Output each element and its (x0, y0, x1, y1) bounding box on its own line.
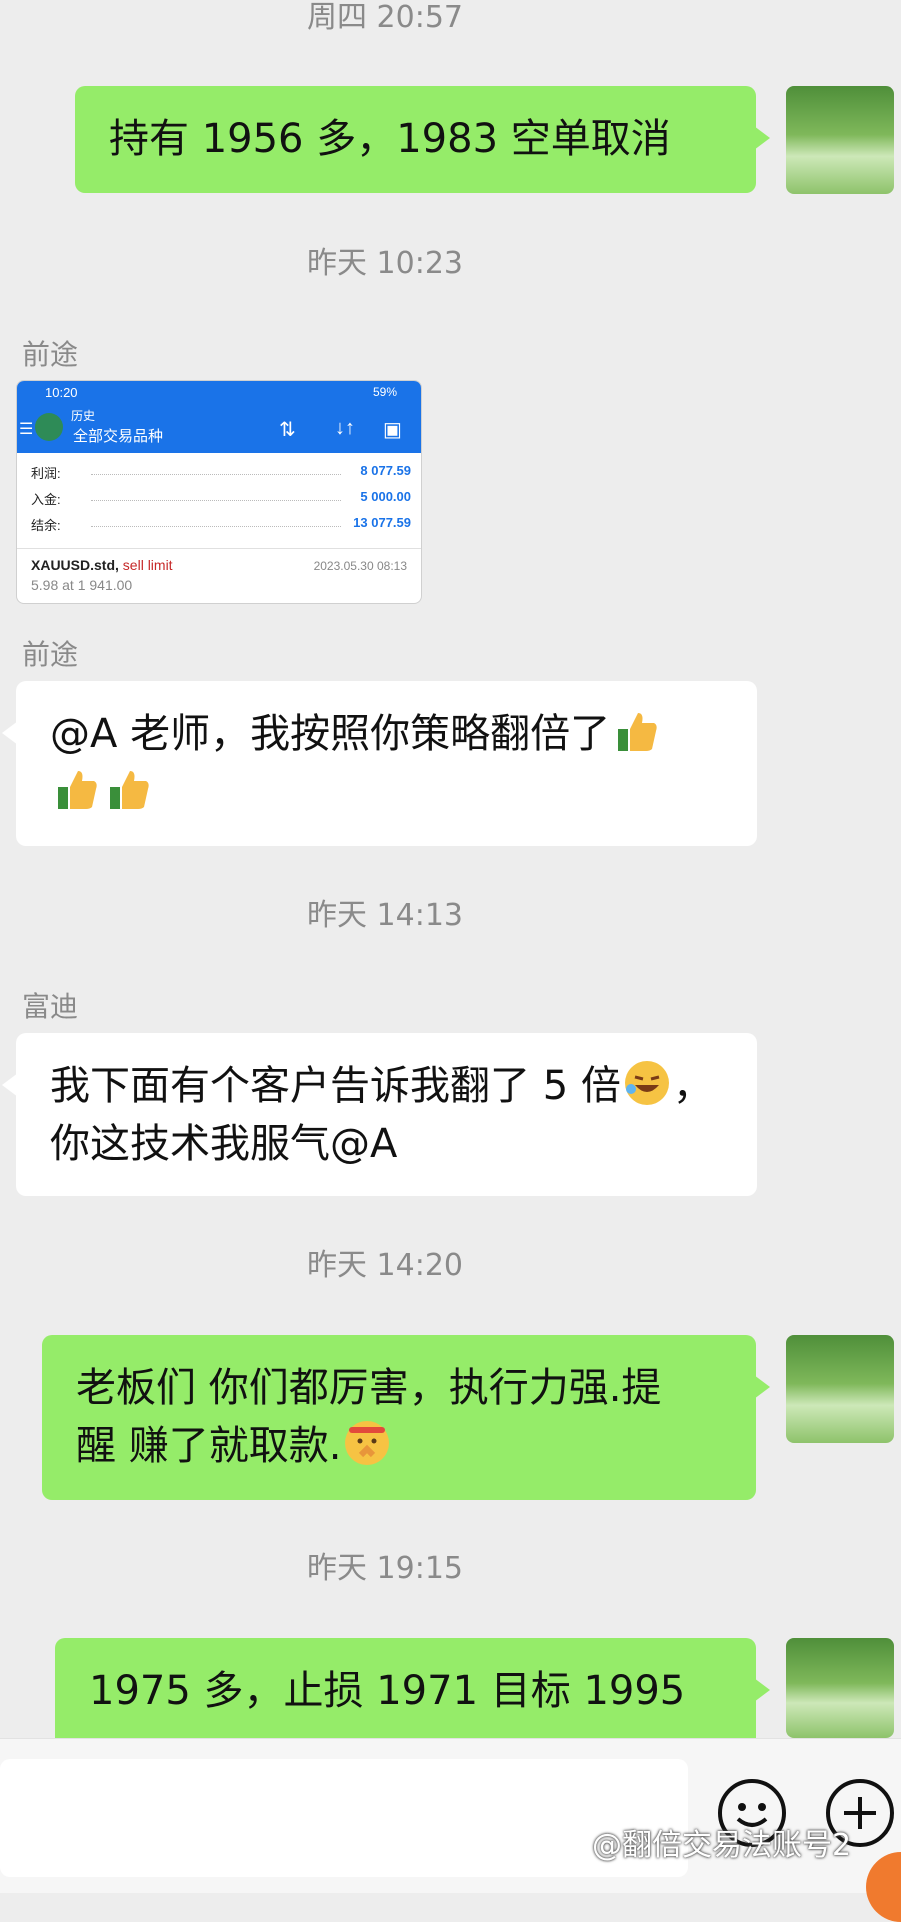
avatar[interactable] (786, 1335, 894, 1443)
sender-name: 前途 (22, 638, 79, 671)
order-date: 2023.05.30 08:13 (313, 559, 407, 573)
avatar[interactable] (786, 86, 894, 194)
calendar-icon: ▣ (383, 419, 402, 441)
menu-icon: ☰ (19, 421, 34, 438)
message-text: 醒 赚了就取款. (76, 1423, 342, 1469)
message-text: 我下面有个客户告诉我翻了 5 倍 (50, 1063, 621, 1109)
row-label: 结余: (31, 518, 61, 533)
deposit-row: 入金: 5 000.00 (31, 489, 411, 509)
trading-screenshot-image[interactable]: 10:20 59% ☰ 历史 全部交易品种 ⇅ ↓↑ ▣ 利润: 8 077.5… (16, 380, 422, 604)
outgoing-message[interactable]: 老板们 你们都厉害，执行力强.提 醒 赚了就取款. (42, 1335, 770, 1500)
order-type: sell limit (122, 557, 173, 573)
battery-level: 59% (372, 385, 397, 399)
timestamp: 昨天 14:20 (307, 1248, 463, 1283)
outgoing-message[interactable]: 持有 1956 多，1983 空单取消 (75, 86, 770, 193)
sender-name: 前途 (22, 338, 79, 371)
incoming-message[interactable]: @A 老师，我按照你策略翻倍了 (2, 681, 757, 846)
row-value: 5 000.00 (360, 489, 411, 504)
input-bar (0, 1738, 901, 1893)
instrument-label: 全部交易品种 (73, 428, 164, 445)
history-label: 历史 (71, 409, 96, 423)
thumbs-up-icon (104, 765, 152, 813)
incoming-message[interactable]: 我下面有个客户告诉我翻了 5 倍 ， 你这技术我服气@A (2, 1033, 757, 1196)
avatar[interactable] (786, 1638, 894, 1738)
timestamp: 昨天 10:23 (307, 246, 463, 281)
row-value: 8 077.59 (360, 463, 411, 478)
thumbs-up-icon (52, 765, 100, 813)
message-text: 你这技术我服气@A (50, 1121, 398, 1167)
outgoing-message[interactable]: 1975 多，止损 1971 目标 1995 (55, 1638, 770, 1748)
order-lot: 5.98 at 1 941.00 (31, 577, 133, 593)
app-logo-icon (35, 413, 63, 441)
watermark: @翻倍交易法账号2 (592, 1828, 852, 1863)
message-text: @A 老师，我按照你策略翻倍了 (50, 711, 611, 757)
laughing-emoji-icon (623, 1059, 671, 1107)
message-text: 老板们 你们都厉害，执行力强.提 (76, 1365, 662, 1411)
message-text: 持有 1956 多，1983 空单取消 (109, 116, 671, 162)
timestamp: 周四 20:57 (307, 0, 463, 35)
shushing-emoji-icon (343, 1419, 391, 1467)
sort-icon: ↓↑ (335, 417, 355, 439)
row-value: 13 077.59 (353, 515, 411, 530)
balance-row: 结余: 13 077.59 (31, 515, 411, 535)
app-header: 10:20 59% ☰ 历史 全部交易品种 ⇅ ↓↑ ▣ (17, 381, 421, 453)
thumbs-up-icon (612, 707, 660, 755)
sender-name: 富迪 (22, 990, 79, 1023)
status-time: 10:20 (45, 385, 78, 400)
row-label: 利润: (31, 466, 61, 481)
row-label: 入金: (31, 492, 61, 507)
timestamp: 昨天 19:15 (307, 1551, 463, 1586)
message-text: ， (672, 1063, 713, 1109)
message-input[interactable] (0, 1759, 688, 1877)
message-text: 1975 多，止损 1971 目标 1995 (89, 1668, 686, 1714)
order-symbol: XAUUSD.std, sell limit (31, 557, 173, 573)
timestamp: 昨天 14:13 (307, 898, 463, 933)
currency-icon: ⇅ (279, 419, 296, 441)
symbol-text: XAUUSD.std, (31, 557, 119, 573)
profit-row: 利润: 8 077.59 (31, 463, 411, 483)
